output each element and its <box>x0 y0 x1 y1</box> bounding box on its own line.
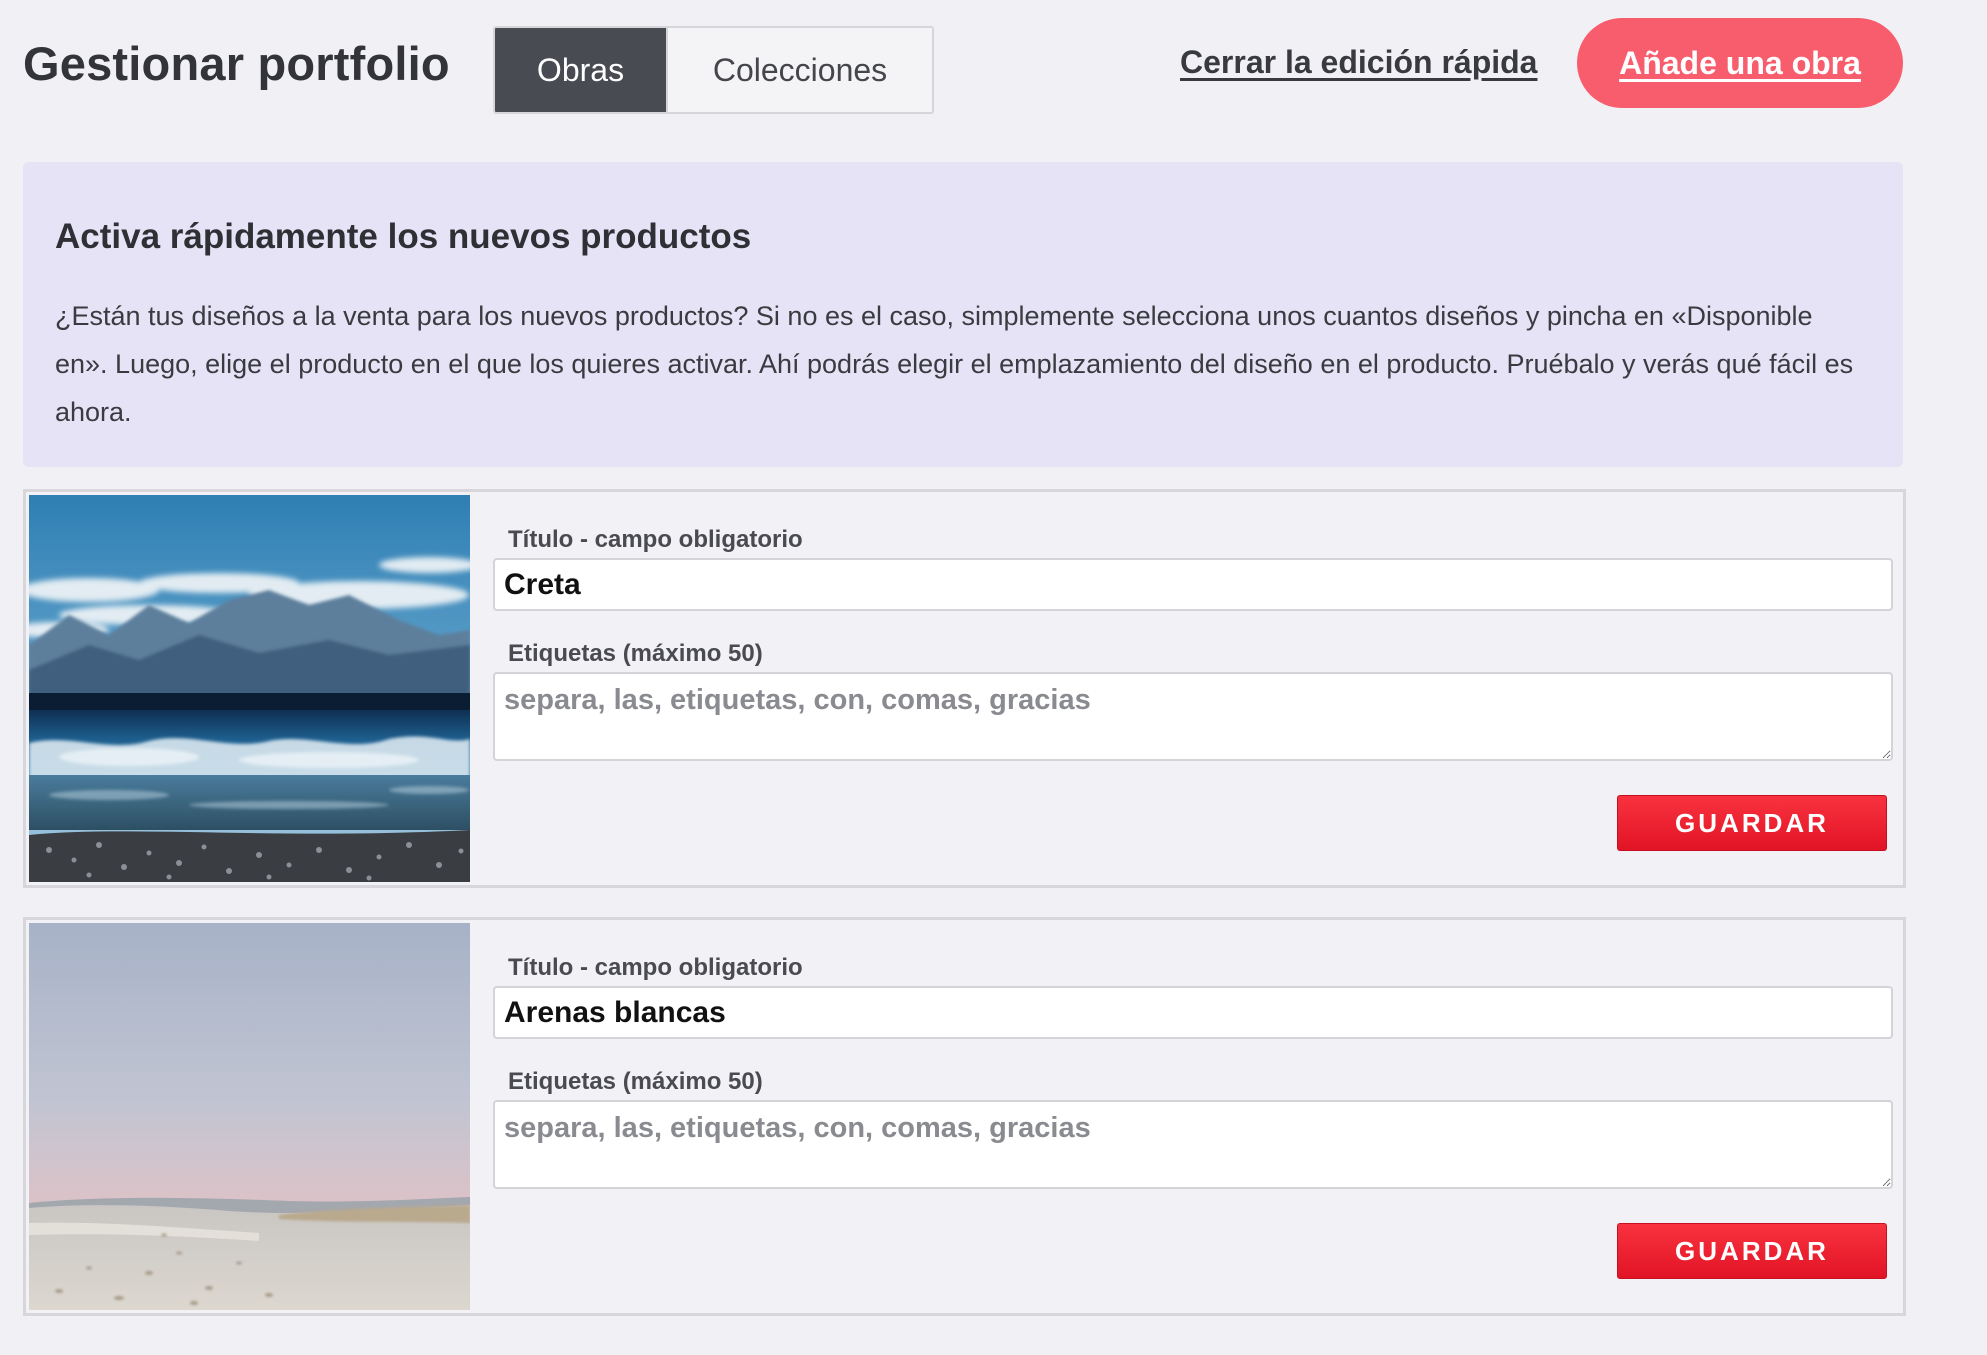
add-work-button[interactable]: Añade una obra <box>1577 18 1903 108</box>
save-button[interactable]: GUARDAR <box>1617 795 1887 851</box>
tags-field-label: Etiquetas (máximo 50) <box>508 1068 763 1095</box>
artwork-thumbnail-sea[interactable] <box>29 495 470 882</box>
title-field-label: Título - campo obligatorio <box>508 954 803 981</box>
portfolio-tabs: Obras Colecciones <box>493 26 934 114</box>
tags-textarea[interactable] <box>493 1100 1893 1189</box>
save-button[interactable]: GUARDAR <box>1617 1223 1887 1279</box>
artwork-card: Título - campo obligatorio Etiquetas (má… <box>23 489 1906 888</box>
page-title: Gestionar portfolio <box>23 37 450 90</box>
tags-textarea[interactable] <box>493 672 1893 761</box>
info-panel: Activa rápidamente los nuevos productos … <box>23 162 1903 467</box>
close-quick-edit-link[interactable]: Cerrar la edición rápida <box>1180 44 1537 81</box>
title-field-label: Título - campo obligatorio <box>508 526 803 553</box>
title-input[interactable] <box>493 558 1893 611</box>
tags-field-label: Etiquetas (máximo 50) <box>508 640 763 667</box>
artwork-thumbnail-dunes[interactable] <box>29 923 470 1310</box>
info-title: Activa rápidamente los nuevos productos <box>55 217 752 256</box>
artwork-card: Título - campo obligatorio Etiquetas (má… <box>23 917 1906 1316</box>
info-text: ¿Están tus diseños a la venta para los n… <box>55 301 1854 427</box>
tab-obras[interactable]: Obras <box>495 28 666 112</box>
tab-colecciones[interactable]: Colecciones <box>666 28 932 112</box>
page-header: Gestionar portfolio Obras Colecciones Ce… <box>0 0 1987 140</box>
title-input[interactable] <box>493 986 1893 1039</box>
